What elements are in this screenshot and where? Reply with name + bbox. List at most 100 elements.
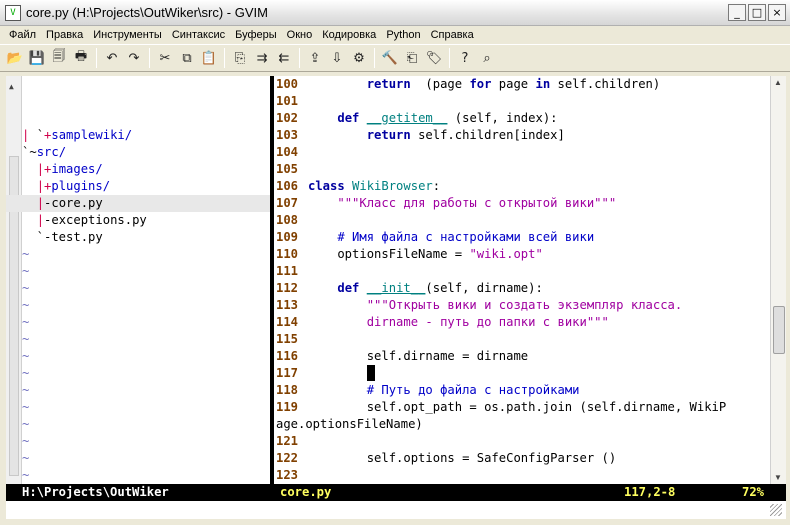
tree-line[interactable]: |+plugins/ (6, 178, 270, 195)
code-line[interactable]: 107 """Класс для работы с открытой вики"… (276, 195, 770, 212)
tree-line[interactable]: `~src/ (6, 144, 270, 161)
tree-line[interactable]: ~ (6, 246, 270, 263)
tree-line[interactable]: |-core.py (6, 195, 270, 212)
code-line[interactable]: 111 (276, 263, 770, 280)
paste-icon[interactable]: 📋 (198, 47, 220, 69)
tree-text (22, 196, 37, 210)
tree-text: images/ (51, 162, 103, 176)
menu-item[interactable]: Буферы (230, 29, 282, 41)
tree-line[interactable]: ~ (6, 331, 270, 348)
code-line[interactable]: 104 (276, 144, 770, 161)
open-icon[interactable]: 📂 (4, 47, 26, 69)
tree-line[interactable]: ~ (6, 297, 270, 314)
code-line[interactable]: 115 (276, 331, 770, 348)
scroll-down-icon[interactable]: ▼ (774, 473, 782, 482)
find-help-icon[interactable]: ⌕ (476, 47, 498, 69)
menu-item[interactable]: Файл (4, 29, 41, 41)
menu-item[interactable]: Справка (426, 29, 479, 41)
code-scroll-thumb[interactable] (773, 306, 785, 354)
vim-icon[interactable]: V (5, 4, 21, 21)
code-line[interactable]: 121 (276, 433, 770, 450)
code-token: self.children[index] (410, 128, 565, 142)
code-pane[interactable]: 100 return (page for page in self.childr… (276, 76, 770, 484)
tree-line[interactable]: ~ (6, 382, 270, 399)
code-token: "wiki.opt" (469, 247, 543, 261)
code-token: # Имя файла с настройками всей вики (337, 230, 595, 244)
code-line[interactable]: 117 (276, 365, 770, 382)
code-line[interactable]: 116 self.dirname = dirname (276, 348, 770, 365)
code-line[interactable]: 118 # Путь до файла с настройками (276, 382, 770, 399)
tree-line[interactable]: |+images/ (6, 161, 270, 178)
menu-item[interactable]: Синтаксис (167, 29, 230, 41)
build-tags-icon[interactable]: ⎗ (401, 47, 423, 69)
scroll-up-icon[interactable]: ▲ (774, 78, 782, 87)
cut-icon[interactable]: ✂ (154, 47, 176, 69)
code-line[interactable]: 103 return self.children[index] (276, 127, 770, 144)
code-line[interactable]: 102 def __getitem__ (self, index): (276, 110, 770, 127)
find-replace-icon[interactable]: ⎘ (229, 47, 251, 69)
code-line[interactable]: 108 (276, 212, 770, 229)
save-icon[interactable]: 💾 (26, 47, 48, 69)
tree-line[interactable]: ~ (6, 314, 270, 331)
copy-icon[interactable]: ⧉ (176, 47, 198, 69)
code-token: self.dirname = dirname (308, 349, 529, 363)
tree-line[interactable]: `-test.py (6, 229, 270, 246)
empty-line-marker: ~ (22, 451, 30, 465)
code-line[interactable]: 105 (276, 161, 770, 178)
tree-line[interactable]: ~ (6, 399, 270, 416)
tree-line[interactable]: |-exceptions.py (6, 212, 270, 229)
menu-item[interactable]: Инструменты (88, 29, 167, 41)
redo-icon[interactable]: ↷ (123, 47, 145, 69)
editor-area[interactable]: ▲ | `+samplewiki/`~src/ |+images/ |+plug… (6, 76, 770, 484)
code-line[interactable]: 119 self.opt_path = os.path.join (self.d… (276, 399, 770, 416)
tree-line[interactable]: | `+samplewiki/ (6, 127, 270, 144)
tree-line[interactable]: ~ (6, 450, 270, 467)
code-scrollbar[interactable]: ▲ ▼ (770, 76, 786, 484)
code-line[interactable]: 112 def __init__(self, dirname): (276, 280, 770, 297)
code-token: : (432, 179, 441, 193)
code-line[interactable]: 122 self.options = SafeConfigParser () (276, 450, 770, 467)
command-line[interactable] (6, 501, 786, 519)
menu-item[interactable]: Окно (282, 29, 318, 41)
tree-line[interactable]: ~ (6, 416, 270, 433)
code-line[interactable]: age.optionsFileName) (276, 416, 770, 433)
jump-tag-icon[interactable]: 🏷 (423, 47, 445, 69)
code-line[interactable]: 109 # Имя файла с настройками всей вики (276, 229, 770, 246)
find-prev-icon[interactable]: ⇇ (273, 47, 295, 69)
menu-item[interactable]: Правка (41, 29, 88, 41)
scroll-up-icon[interactable]: ▲ (9, 78, 14, 95)
find-next-icon[interactable]: ⇉ (251, 47, 273, 69)
save-all-icon[interactable]: 🗐 (48, 47, 70, 69)
tree-line[interactable]: ~ (6, 348, 270, 365)
undo-icon[interactable]: ↶ (101, 47, 123, 69)
code-line[interactable]: 114 dirname - путь до папки с вики""" (276, 314, 770, 331)
tree-line[interactable]: ~ (6, 467, 270, 484)
resize-grip-icon[interactable] (770, 504, 782, 516)
close-button[interactable]: × (768, 4, 786, 21)
code-line[interactable]: 106 class WikiBrowser: (276, 178, 770, 195)
run-script-icon[interactable]: ⚙ (348, 47, 370, 69)
menu-item[interactable]: Кодировка (317, 29, 381, 41)
code-line[interactable]: 123 (276, 467, 770, 484)
print-icon[interactable]: 🖶 (70, 47, 92, 69)
tree-line[interactable]: ~ (6, 433, 270, 450)
code-line[interactable]: 110 optionsFileName = "wiki.opt" (276, 246, 770, 263)
tree-line[interactable]: ~ (6, 263, 270, 280)
code-token: for (469, 77, 492, 91)
file-tree-pane[interactable]: ▲ | `+samplewiki/`~src/ |+images/ |+plug… (6, 76, 270, 484)
make-icon[interactable]: 🔨 (379, 47, 401, 69)
minimize-button[interactable]: _ (728, 4, 746, 21)
menu-item[interactable]: Python (381, 29, 425, 41)
code-line[interactable]: 101 (276, 93, 770, 110)
tree-text: ` (36, 128, 45, 142)
maximize-button[interactable]: □ (748, 4, 766, 21)
load-session-icon[interactable]: ⇪ (304, 47, 326, 69)
window-split-divider[interactable] (270, 76, 274, 484)
help-icon[interactable]: ? (454, 47, 476, 69)
code-line[interactable]: 100 return (page for page in self.childr… (276, 76, 770, 93)
tree-line[interactable]: ~ (6, 365, 270, 382)
code-line[interactable]: 113 """Открыть вики и создать экземпляр … (276, 297, 770, 314)
save-session-icon[interactable]: ⇩ (326, 47, 348, 69)
tree-line[interactable]: ~ (6, 280, 270, 297)
